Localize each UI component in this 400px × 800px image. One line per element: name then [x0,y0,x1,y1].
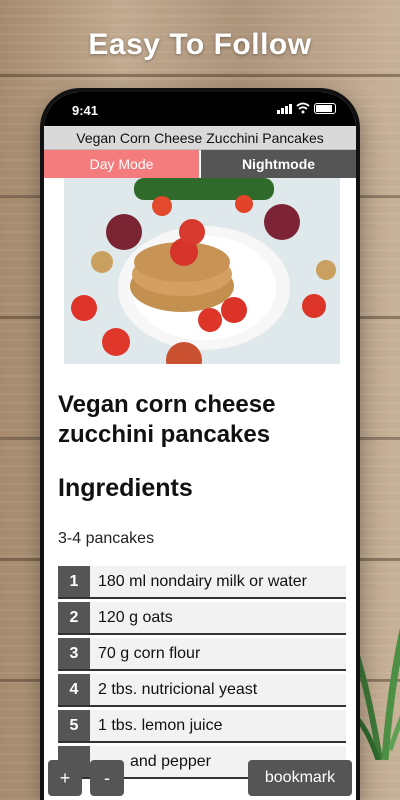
recipe-heading: Vegan corn cheese zucchini pancakes [58,391,276,448]
bottom-controls: + - bookmark [44,756,356,800]
list-item: 1 180 ml nondairy milk or water [58,566,346,599]
phone-frame: 9:41 Vegan Corn Cheese Zucchini Pancakes… [40,88,360,800]
tab-night-mode[interactable]: Nightmode [199,150,356,178]
servings-text: 3-4 pancakes [58,530,155,547]
ingredient-number: 5 [58,710,90,741]
zoom-in-button[interactable]: + [48,760,82,796]
ingredient-text: 180 ml nondairy milk or water [90,566,346,597]
status-time: 9:41 [72,103,99,118]
notch [112,92,288,118]
ingredient-number: 3 [58,638,90,669]
mode-tabs: Day Mode Nightmode [44,150,356,178]
phone-screen: 9:41 Vegan Corn Cheese Zucchini Pancakes… [44,92,356,800]
ingredient-list: 1 180 ml nondairy milk or water 2 120 g … [58,566,346,782]
ingredient-number: 1 [58,566,90,597]
recipe-content[interactable]: Vegan corn cheese zucchini pancakes Ingr… [44,178,356,800]
list-item: 3 70 g corn flour [58,638,346,671]
promo-title: Easy To Follow [88,28,312,61]
zoom-out-button[interactable]: - [90,760,124,796]
list-item: 4 2 tbs. nutricional yeast [58,674,346,707]
ingredient-text: 2 tbs. nutricional yeast [90,674,346,705]
ingredient-text: 120 g oats [90,602,346,633]
signal-icon [277,104,292,114]
bookmark-button[interactable]: bookmark [248,760,352,796]
recipe-photo [64,178,340,364]
tab-day-mode[interactable]: Day Mode [44,150,199,178]
ingredients-heading: Ingredients [58,474,193,502]
wifi-icon [296,102,310,114]
ingredient-number: 4 [58,674,90,705]
ingredient-number: 2 [58,602,90,633]
status-bar: 9:41 [44,92,356,126]
battery-icon [314,103,336,114]
list-item: 5 1 tbs. lemon juice [58,710,346,743]
app-title: Vegan Corn Cheese Zucchini Pancakes [44,126,356,150]
ingredient-text: 1 tbs. lemon juice [90,710,346,741]
ingredient-text: 70 g corn flour [90,638,346,669]
status-icons [277,102,336,114]
list-item: 2 120 g oats [58,602,346,635]
